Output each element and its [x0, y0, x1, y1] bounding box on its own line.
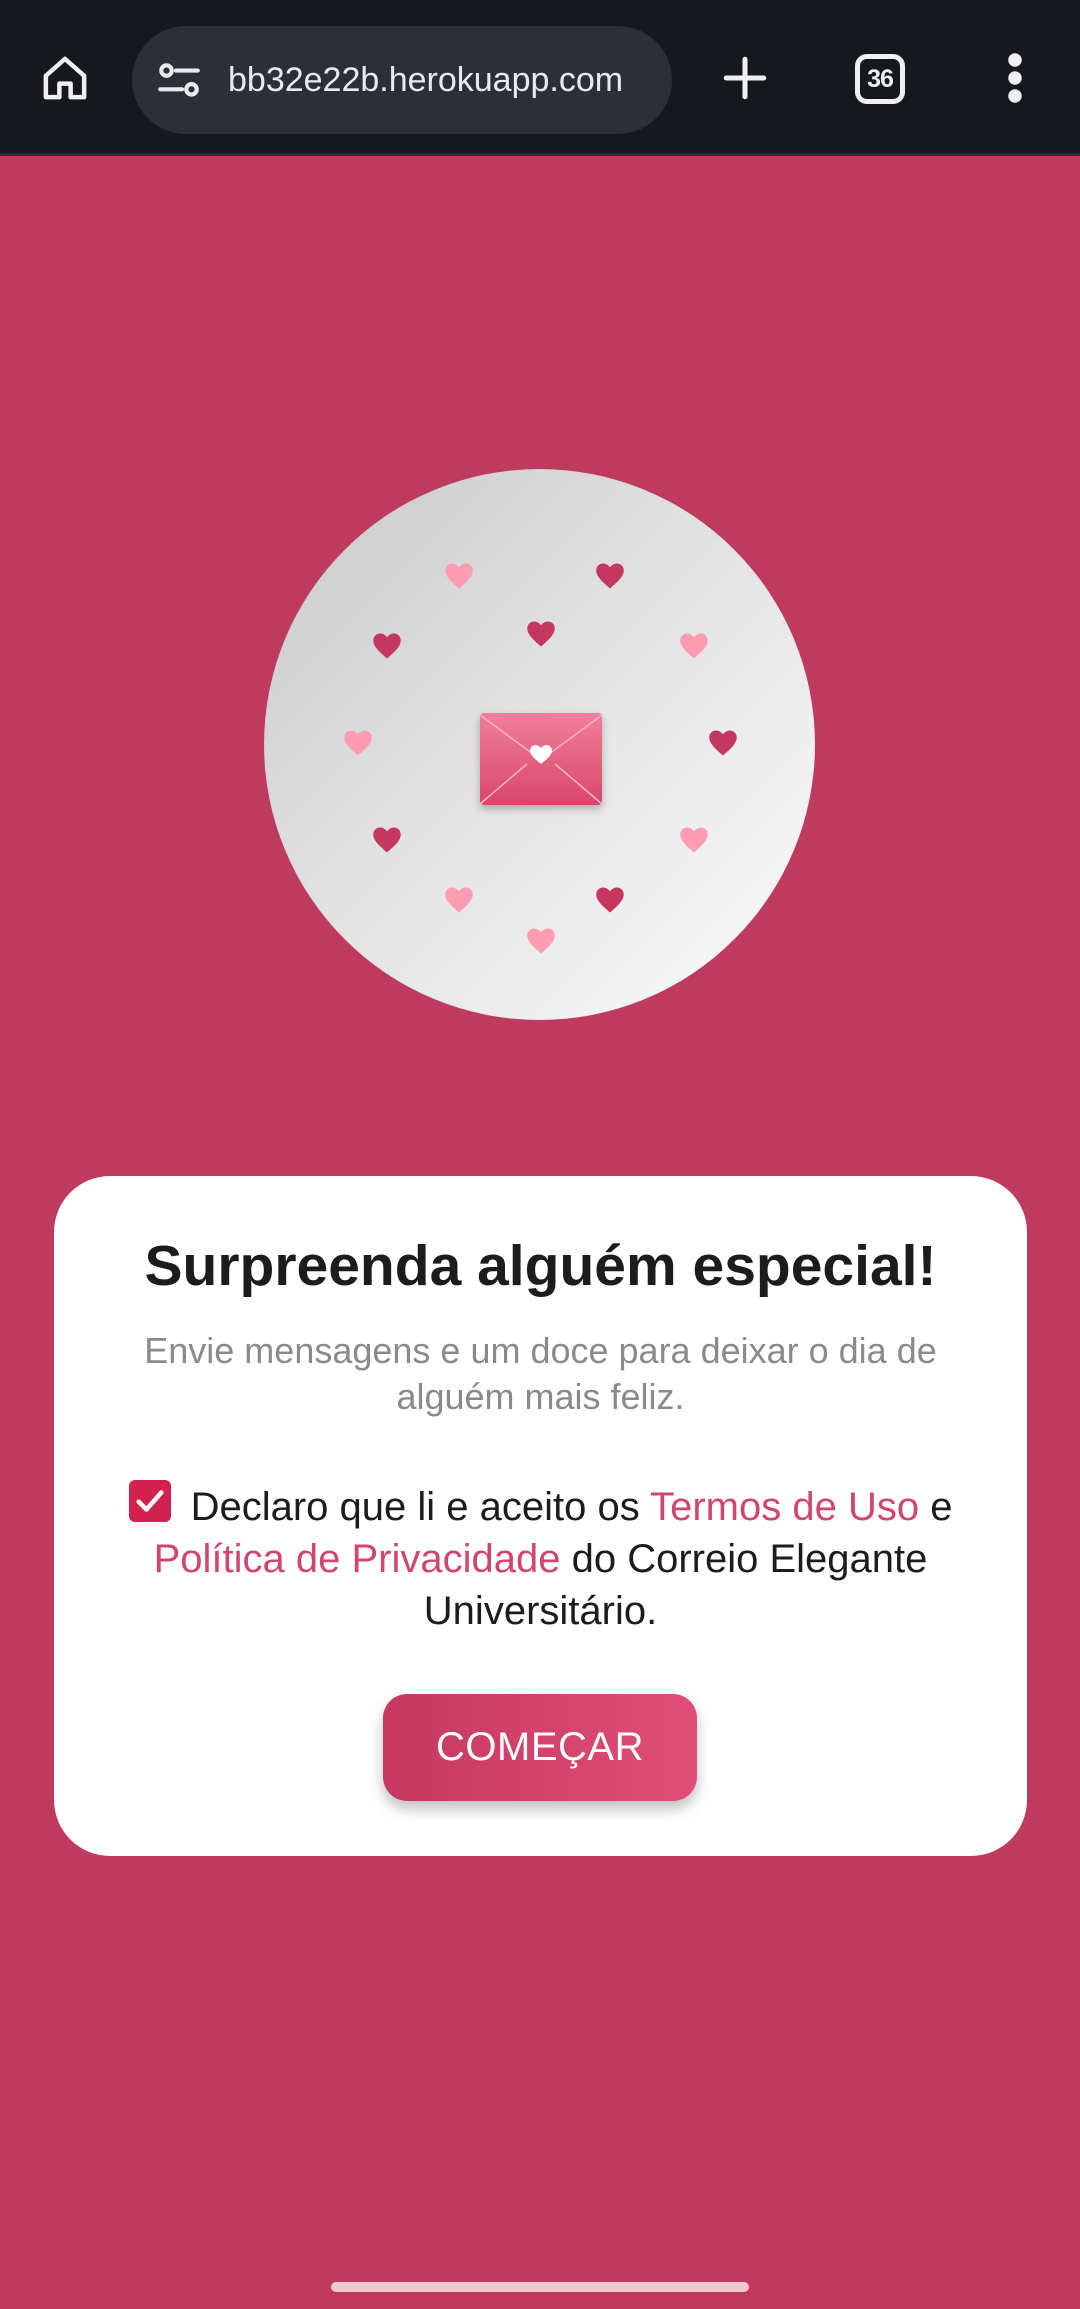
heart-icon: [680, 827, 708, 853]
privacy-policy-link[interactable]: Política de Privacidade: [154, 1537, 561, 1581]
card-title: Surpreenda alguém especial!: [144, 1234, 937, 1298]
heart-icon: [445, 887, 473, 913]
consent-statement: Declaro que li e aceito os Termos de Uso…: [102, 1480, 979, 1637]
tab-switcher-button[interactable]: 36: [855, 54, 905, 104]
start-button[interactable]: COMEÇAR: [383, 1694, 697, 1801]
heart-icon: [527, 928, 555, 954]
heart-icon: [527, 621, 555, 647]
welcome-card: Surpreenda alguém especial! Envie mensag…: [54, 1176, 1027, 1856]
heart-icon: [373, 633, 401, 659]
heart-icon: [373, 827, 401, 853]
check-icon: [135, 1490, 164, 1512]
home-icon: [43, 56, 87, 100]
url-text[interactable]: bb32e22b.herokuapp.com: [228, 26, 658, 134]
plus-icon: [723, 56, 767, 100]
more-vert-icon: [1008, 53, 1022, 103]
consent-checkbox[interactable]: [128, 1480, 171, 1522]
gesture-navigation-bar[interactable]: [331, 2282, 749, 2292]
heart-icon: [344, 730, 372, 756]
heart-icon: [445, 563, 473, 589]
terms-of-use-link[interactable]: Termos de Uso: [650, 1485, 919, 1529]
browser-menu-button[interactable]: [985, 43, 1045, 113]
hero-illustration: [264, 469, 815, 1020]
envelope-heart-icon: [479, 713, 603, 805]
browser-toolbar: bb32e22b.herokuapp.com 36: [0, 0, 1080, 156]
consent-text-before: Declaro que li e aceito os: [190, 1485, 651, 1529]
tune-icon[interactable]: [154, 56, 204, 106]
address-bar[interactable]: bb32e22b.herokuapp.com: [132, 26, 672, 134]
heart-icon: [680, 633, 708, 659]
home-button[interactable]: [30, 43, 100, 113]
card-subtitle: Envie mensagens e um doce para deixar o …: [144, 1330, 937, 1417]
heart-icon: [709, 730, 737, 756]
new-tab-button[interactable]: [710, 43, 780, 113]
tab-count: 36: [867, 64, 894, 93]
heart-icon: [596, 563, 624, 589]
consent-text-mid: e: [919, 1485, 953, 1529]
heart-icon: [596, 887, 624, 913]
